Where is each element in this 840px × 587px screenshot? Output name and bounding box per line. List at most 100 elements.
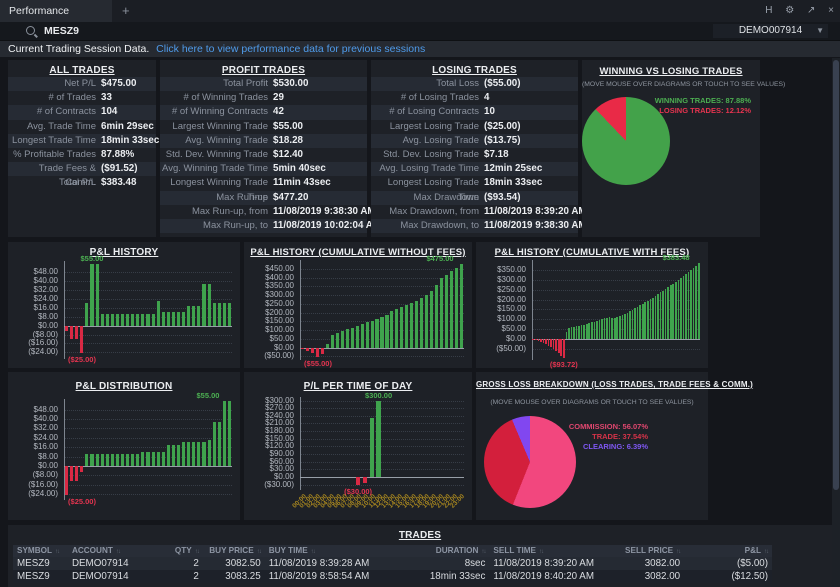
bar: [662, 291, 664, 339]
bar: [131, 454, 134, 466]
trade-cell: 3082.00: [614, 557, 684, 570]
pnl-distribution-chart[interactable]: $48.00$40.00$32.00$24.00$16.00$8.00$0.00…: [8, 399, 240, 500]
pnl-history-panel: P&L HISTORY $48.00$40.00$32.00$24.00$16.…: [8, 242, 240, 368]
stat-value: 33: [96, 91, 112, 105]
column-header[interactable]: SELL TIME↑↓: [489, 545, 614, 557]
bar: [535, 339, 537, 340]
sort-icon[interactable]: ↑↓: [481, 549, 485, 555]
bar: [141, 314, 144, 325]
trade-cell: 3083.25: [203, 570, 265, 583]
stat-label: Longest Losing Trade Time: [371, 176, 479, 190]
pnl-distribution-title: P&L DISTRIBUTION: [8, 381, 240, 392]
bar: [672, 284, 674, 340]
help-icon[interactable]: H: [765, 5, 772, 16]
stat-row: % Profitable Trades87.88%: [8, 148, 156, 162]
stat-row: Avg. Losing Trade($13.75): [371, 134, 578, 148]
bar: [688, 272, 690, 339]
bar: [375, 319, 378, 348]
bar: [611, 318, 613, 339]
sort-icon[interactable]: ↑↓: [676, 549, 680, 555]
stat-row: Longest Losing Trade Time18min 33sec: [371, 176, 578, 190]
stat-row: Longest Winning Trade Time11min 43sec: [160, 176, 367, 190]
profit-trades-panel: PROFIT TRADES Total Profit$530.00# of Wi…: [160, 60, 367, 237]
column-header[interactable]: ACCOUNT↑↓: [68, 545, 158, 557]
pnl-cum-no-fees-chart[interactable]: $450.00$400.00$350.00$300.00$250.00$200.…: [244, 260, 472, 360]
stat-value: 18min 33sec: [96, 134, 159, 148]
gross-loss-pie-chart[interactable]: [484, 416, 576, 508]
scrollbar-thumb[interactable]: [833, 60, 839, 490]
stat-label: # of Contracts: [8, 105, 96, 119]
bar: [538, 339, 540, 341]
column-header[interactable]: DURATION↑↓: [385, 545, 490, 557]
bar: [136, 314, 139, 325]
bar: [346, 329, 349, 347]
pnl-distribution-panel: P&L DISTRIBUTION $48.00$40.00$32.00$24.0…: [8, 372, 240, 520]
stat-value: $477.20: [268, 191, 308, 205]
column-header[interactable]: BUY PRICE↑↓: [203, 545, 265, 557]
sort-icon[interactable]: ↑↓: [55, 549, 59, 555]
chevron-down-icon: ▼: [816, 24, 824, 38]
bar: [693, 268, 695, 339]
sort-icon[interactable]: ↑↓: [195, 549, 199, 555]
stat-label: Trade Fees & Comm.: [8, 162, 96, 176]
bar: [619, 316, 621, 339]
trade-row[interactable]: MESZ9DEMO0791423083.2511/08/2019 8:58:54…: [13, 570, 772, 583]
legend-item: COMMISSION: 56.07%: [569, 422, 648, 432]
bar: [126, 454, 129, 466]
bar: [566, 332, 568, 340]
sort-icon[interactable]: ↑↓: [311, 549, 315, 555]
session-notice-text: Current Trading Session Data.: [8, 43, 149, 55]
pnl-time-of-day-chart[interactable]: $300.00$270.00$240.00$210.00$180.00$150.…: [244, 397, 472, 490]
bar: [555, 339, 557, 351]
bar: [667, 287, 669, 339]
all-trades-stats: Net P/L$475.00# of Trades33# of Contract…: [8, 77, 156, 191]
bar: [678, 280, 680, 339]
sort-icon[interactable]: ↑↓: [257, 549, 261, 555]
stat-label: Total P/L: [8, 176, 96, 190]
stat-label: Max Run-up: [160, 191, 268, 205]
bar: [588, 323, 590, 339]
bar: [594, 322, 596, 339]
bar: [652, 298, 654, 340]
pnl-cum-fees-panel: P&L HISTORY (CUMULATIVE WITH FEES) $350.…: [476, 242, 708, 368]
tab-performance-center[interactable]: Performance Center×: [0, 0, 112, 22]
bar: [642, 304, 644, 339]
settings-gear-icon[interactable]: ⚙: [785, 5, 794, 16]
column-header[interactable]: QTY↑↓: [158, 545, 203, 557]
bar: [111, 314, 114, 325]
new-tab-button[interactable]: +: [122, 0, 130, 22]
bar: [363, 477, 367, 483]
bar: [415, 301, 418, 348]
account-selector[interactable]: DEMO007914 ▼: [713, 24, 828, 38]
column-header[interactable]: P&L↑↓: [684, 545, 772, 557]
bar: [167, 312, 170, 325]
bar: [550, 339, 552, 347]
bar: [336, 333, 339, 348]
stat-row: Net P/L$475.00: [8, 77, 156, 91]
trade-row[interactable]: MESZ9DEMO0791423082.5011/08/2019 8:39:28…: [13, 557, 772, 570]
pnl-cum-fees-chart[interactable]: $350.00$300.00$250.00$200.00$150.00$100.…: [476, 260, 708, 360]
stat-label: Std. Dev. Losing Trade: [371, 148, 479, 162]
column-header[interactable]: BUY TIME↑↓: [265, 545, 385, 557]
sort-icon[interactable]: ↑↓: [764, 549, 768, 555]
popout-icon[interactable]: ↗: [807, 5, 815, 16]
previous-sessions-link[interactable]: Click here to view performance data for …: [156, 43, 425, 55]
close-icon[interactable]: ×: [828, 5, 834, 16]
stat-value: 42: [268, 105, 284, 119]
vertical-scrollbar[interactable]: [832, 58, 840, 587]
sort-icon[interactable]: ↑↓: [539, 549, 543, 555]
pnl-history-chart[interactable]: $48.00$40.00$32.00$24.00$16.00$8.00$0.00…: [8, 261, 240, 359]
sort-icon[interactable]: ↑↓: [116, 549, 120, 555]
stat-row: Largest Losing Trade($25.00): [371, 120, 578, 134]
stat-row: Avg. Winning Trade$18.28: [160, 134, 367, 148]
stat-value: $7.18: [479, 148, 509, 162]
stat-label: Max Drawdown, to: [371, 219, 479, 233]
stat-row: Max Drawdown, from11/08/2019 8:39:20 AM: [371, 205, 578, 219]
column-header[interactable]: SELL PRICE↑↓: [614, 545, 684, 557]
bar: [90, 264, 93, 325]
bar: [85, 454, 88, 466]
symbol-search-input[interactable]: MESZ9: [44, 22, 79, 40]
column-header[interactable]: SYMBOL↑↓: [13, 545, 68, 557]
stat-value: 4: [479, 91, 489, 105]
stat-value: 11/08/2019 9:38:30 AM: [268, 205, 376, 219]
